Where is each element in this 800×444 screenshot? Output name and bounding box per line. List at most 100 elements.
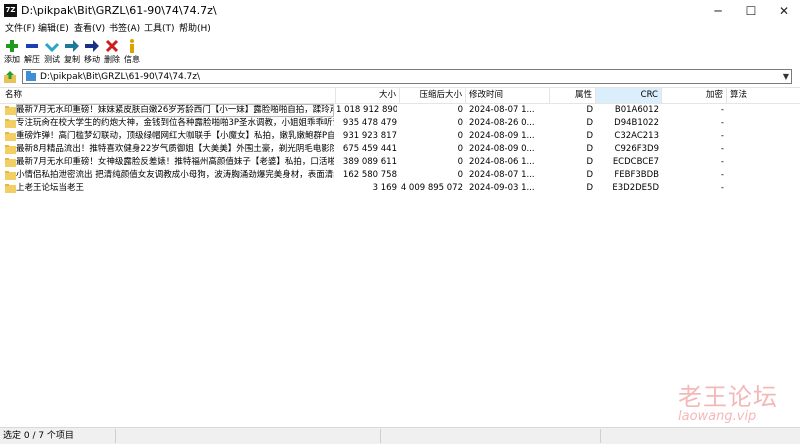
table-row[interactable]: 最新8月精品流出！推特喜欢健身22岁气质御姐【大美美】外围土豪，剃光阴毛电影院啪… (0, 143, 800, 156)
watermark-cn-text: 老王论坛 (678, 383, 778, 411)
file-packed-size: 4 009 895 072 (400, 183, 463, 193)
menu-bookmarks[interactable]: 书签(A) (109, 22, 140, 37)
table-row[interactable]: 上老王论坛当老王 3 169 4 009 895 072 2024-09-03 … (0, 182, 800, 195)
file-modified: 2024-09-03 1... (469, 183, 535, 193)
file-crc: FEBF3BDB (614, 170, 659, 180)
delete-icon (105, 39, 119, 53)
menu-view[interactable]: 查看(V) (74, 22, 105, 37)
file-crc: C32AC213 (614, 131, 659, 141)
column-attributes[interactable]: 属性 (550, 88, 596, 103)
up-folder-icon[interactable] (4, 71, 16, 83)
move-button[interactable]: 移动 (83, 37, 101, 67)
address-bar: D:\pikpak\Bit\GRZL\61-90\74\74.7z\ ▼ (0, 68, 800, 86)
column-size[interactable]: 大小 (336, 88, 400, 103)
extract-icon (26, 44, 38, 48)
title-bar: 7Z D:\pikpak\Bit\GRZL\61-90\74\74.7z\ ─ … (0, 0, 800, 22)
test-icon (44, 42, 60, 53)
menu-file[interactable]: 文件(F) (5, 22, 35, 37)
status-divider (115, 429, 116, 443)
archive-icon (26, 71, 36, 81)
folder-icon (5, 132, 16, 141)
file-attributes: D (586, 170, 593, 180)
file-encrypted: - (720, 183, 724, 193)
file-name: 小情侣私拍泄密流出 把清纯颜值女友调教成小母狗，波涛胸涌劲爆完美身材，表面清纯 … (16, 170, 334, 180)
status-divider (600, 429, 601, 443)
column-encrypted[interactable]: 加密 (662, 88, 727, 103)
file-crc: C926F3D9 (614, 144, 659, 154)
folder-icon (5, 145, 16, 154)
address-field[interactable]: D:\pikpak\Bit\GRZL\61-90\74\74.7z\ ▼ (22, 69, 792, 84)
file-encrypted: - (720, 131, 724, 141)
status-divider (380, 429, 381, 443)
file-modified: 2024-08-26 0... (469, 118, 535, 128)
file-encrypted: - (720, 157, 724, 167)
file-size: 935 478 479 (342, 118, 397, 128)
table-row[interactable]: 专注玩肏在校大学生的约炮大神，金钱到位各种露脸啪啪3P圣水调教，小姐姐乖乖听话母… (0, 117, 800, 130)
add-button[interactable]: 添加 (3, 37, 21, 67)
file-name: 最新7月无水印重磅！妹妹紧皮肤白嫩26岁芳龄西门【小一妹】露脸啪啪自拍，蹂玲声好… (16, 104, 334, 117)
test-button[interactable]: 测试 (43, 37, 61, 67)
table-row[interactable]: 小情侣私拍泄密流出 把清纯颜值女友调教成小母狗，波涛胸涌劲爆完美身材，表面清纯 … (0, 169, 800, 182)
column-crc[interactable]: CRC (596, 88, 662, 103)
file-modified: 2024-08-09 0... (469, 144, 535, 154)
menu-edit[interactable]: 编辑(E) (38, 22, 69, 37)
file-modified: 2024-08-07 1... (469, 105, 535, 115)
file-attributes: D (586, 183, 593, 193)
file-size: 931 923 817 (342, 131, 397, 141)
file-size: 3 169 (372, 183, 397, 193)
folder-icon (5, 171, 16, 180)
file-name: 专注玩肏在校大学生的约炮大神，金钱到位各种露脸啪啪3P圣水调教，小姐姐乖乖听话母… (16, 118, 334, 128)
chevron-down-icon[interactable]: ▼ (783, 71, 789, 83)
folder-icon (5, 106, 16, 115)
add-icon (6, 40, 18, 52)
info-label: 信息 (124, 55, 140, 64)
info-button[interactable]: 信息 (123, 37, 141, 67)
file-crc: B01A6012 (614, 105, 659, 115)
file-name: 上老王论坛当老王 (16, 183, 85, 193)
add-label: 添加 (4, 55, 20, 64)
file-packed-size: 0 (457, 157, 463, 167)
copy-button[interactable]: 复制 (63, 37, 81, 67)
watermark: 老王论坛 laowang.vip (676, 383, 796, 425)
move-label: 移动 (84, 55, 100, 64)
column-method[interactable]: 算法 (730, 88, 790, 103)
file-crc: ECDCBCE7 (612, 157, 659, 167)
menu-tools[interactable]: 工具(T) (144, 22, 175, 37)
copy-label: 复制 (64, 55, 80, 64)
table-row[interactable]: 重磅炸弹！高门槛梦幻联动，顶级绿帽网红大咖联手【小魔女】私拍，嫩乳嫩鲍群P自拍美… (0, 130, 800, 143)
close-button[interactable]: ✕ (768, 0, 800, 22)
menu-help[interactable]: 帮助(H) (179, 22, 211, 37)
delete-button[interactable]: 删除 (103, 37, 121, 67)
file-modified: 2024-08-07 1... (469, 170, 535, 180)
maximize-button[interactable]: ☐ (735, 0, 767, 22)
column-packed-size[interactable]: 压缩后大小 (400, 88, 466, 103)
file-name: 最新7月无水印重磅！女神级露脸反差婊！推特福州高颜值妹子【老婆】私拍，口活啪啪被… (16, 157, 334, 167)
table-row[interactable]: 最新7月无水印重磅！妹妹紧皮肤白嫩26岁芳龄西门【小一妹】露脸啪啪自拍，蹂玲声好… (0, 104, 800, 117)
file-size: 389 089 611 (342, 157, 397, 167)
file-encrypted: - (720, 105, 724, 115)
file-icon (5, 184, 16, 193)
file-name: 最新8月精品流出！推特喜欢健身22岁气质御姐【大美美】外围土豪，剃光阴毛电影院啪… (16, 144, 334, 154)
file-encrypted: - (720, 118, 724, 128)
minimize-button[interactable]: ─ (702, 0, 734, 22)
info-icon (130, 39, 134, 53)
toolbar: 添加 解压 测试 复制 移动 删除 信息 (0, 37, 800, 67)
file-crc: E3D2DE5D (612, 183, 659, 193)
window-title: D:\pikpak\Bit\GRZL\61-90\74\74.7z\ (21, 4, 217, 17)
table-row[interactable]: 最新7月无水印重磅！女神级露脸反差婊！推特福州高颜值妹子【老婆】私拍，口活啪啪被… (0, 156, 800, 169)
watermark-url-text: laowang.vip (678, 409, 757, 424)
column-name[interactable]: 名称 (0, 88, 336, 103)
file-size: 1 018 912 890 (336, 105, 397, 115)
file-name: 重磅炸弹！高门槛梦幻联动，顶级绿帽网红大咖联手【小魔女】私拍，嫩乳嫩鲍群P自拍美… (16, 131, 334, 141)
selection-status: 选定 0 / 7 个项目 (3, 431, 74, 441)
file-attributes: D (586, 157, 593, 167)
file-packed-size: 0 (457, 144, 463, 154)
copy-icon (65, 40, 79, 52)
delete-label: 删除 (104, 55, 120, 64)
7zip-app-icon: 7Z (4, 4, 17, 17)
extract-button[interactable]: 解压 (23, 37, 41, 67)
column-modified[interactable]: 修改时间 (466, 88, 550, 103)
address-path: D:\pikpak\Bit\GRZL\61-90\74\74.7z\ (40, 72, 201, 82)
folder-icon (5, 119, 16, 128)
folder-icon (5, 158, 16, 167)
